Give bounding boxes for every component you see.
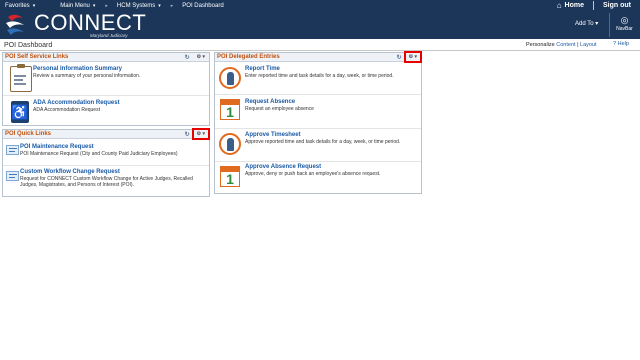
gear-icon[interactable]: ⚙ ▾ [191, 128, 211, 140]
person-figure [227, 138, 234, 151]
personalize-content-link[interactable]: Content [556, 42, 575, 48]
list-item[interactable]: POI Maintenance Request POI Maintenance … [3, 140, 209, 166]
list-item[interactable]: Approve Timesheet Approve reported time … [215, 129, 421, 162]
item-title[interactable]: POI Maintenance Request [20, 144, 94, 150]
chevron-down-icon: ▾ [595, 21, 599, 27]
pagelet-header: POI Self Service Links ↻ ⚙ ▾ [3, 53, 209, 62]
page-title: POI Dashboard [4, 42, 53, 49]
refresh-icon[interactable]: ↻ [185, 54, 190, 61]
nav-divider [593, 1, 594, 10]
item-description: Approve, deny or push back an employee's… [245, 171, 381, 177]
personalize-links: Personalize Content | Layout [526, 42, 597, 48]
item-description: Request for CONNECT Custom Workflow Chan… [20, 176, 193, 188]
item-description: ADA Accommodation Request [33, 107, 100, 113]
refresh-icon[interactable]: ↻ [397, 54, 402, 61]
add-to-label: Add To [575, 21, 594, 27]
item-description: Request an employee absence [245, 106, 314, 112]
title-divider [0, 50, 640, 51]
add-to-menu[interactable]: Add To ▾ [575, 20, 598, 27]
hcm-systems-label: HCM Systems [116, 2, 156, 9]
list-item[interactable]: Report Time Enter reported time and task… [215, 63, 421, 95]
form-line [9, 148, 17, 149]
form-line [9, 174, 17, 175]
logo-text[interactable]: CONNECT [34, 12, 146, 34]
chevron-down-icon: ▾ [158, 2, 161, 9]
list-item[interactable]: 1 Request Absence Request an employee ab… [215, 95, 421, 129]
calendar-number: 1 [226, 171, 234, 187]
personalize-layout-link[interactable]: Layout [580, 42, 597, 48]
list-item[interactable]: ♿ ADA Accommodation Request ADA Accommod… [3, 96, 209, 126]
main-menu-label: Main Menu [60, 2, 90, 9]
sign-out-button[interactable]: Sign out [594, 0, 640, 11]
item-title[interactable]: Report Time [245, 66, 280, 72]
clipboard-line [14, 75, 26, 77]
compass-icon: ◎ [620, 15, 629, 25]
connect-logo-icon [4, 13, 26, 37]
clipboard-line [14, 79, 23, 81]
help-link[interactable]: ? Help [613, 41, 629, 47]
breadcrumb-separator: ▸ [105, 2, 108, 9]
person-clock-icon [219, 67, 241, 89]
form-line [9, 177, 15, 178]
item-title[interactable]: Personal Information Summary [33, 66, 122, 72]
pagelet-title: POI Quick Links [5, 131, 52, 137]
clipboard-line [14, 83, 26, 85]
breadcrumb-current: POI Dashboard [182, 2, 224, 9]
question-icon: ? [613, 41, 617, 47]
pagelet-self-service-links: POI Self Service Links ↻ ⚙ ▾ Personal In… [2, 52, 210, 126]
form-icon [6, 145, 19, 155]
list-item[interactable]: Custom Workflow Change Request Request f… [3, 166, 209, 197]
logo-subtitle: Maryland Judiciary [90, 33, 128, 38]
item-title[interactable]: Approve Absence Request [245, 164, 321, 170]
item-description: Enter reported time and task details for… [245, 73, 394, 79]
item-description: POI Maintenance Request (City and County… [20, 151, 178, 157]
home-icon: ⌂ [556, 1, 562, 10]
clipboard-icon [10, 64, 32, 92]
gear-icon[interactable]: ⚙ ▾ [195, 54, 207, 60]
breadcrumb-separator: ▸ [170, 2, 174, 9]
navbar-label: NavBar [616, 26, 633, 32]
wheelchair-icon: ♿ [11, 101, 29, 123]
refresh-icon[interactable]: ↻ [185, 131, 190, 138]
item-title[interactable]: Approve Timesheet [245, 132, 301, 138]
item-description: Approve reported time and task details f… [245, 139, 401, 145]
form-icon [6, 171, 19, 181]
favorites-label: Favorites [5, 2, 30, 9]
personalize-label: Personalize [526, 42, 555, 48]
chevron-down-icon: ▾ [32, 2, 36, 9]
person-figure [227, 72, 234, 85]
list-item[interactable]: Personal Information Summary Review a su… [3, 62, 209, 96]
home-button[interactable]: ⌂ Home [548, 0, 593, 11]
person-clock-icon [219, 133, 241, 155]
pagelet-header: POI Delegated Entries ↻ ⚙ ▾ [215, 51, 423, 63]
help-label: Help [617, 41, 629, 47]
calendar-icon: 1 [220, 99, 240, 120]
item-description: Review a summary of your personal inform… [33, 73, 141, 79]
personalize-separator: | [577, 42, 579, 48]
chevron-down-icon: ▾ [92, 2, 96, 9]
navbar-button[interactable]: ◎ NavBar [609, 13, 639, 37]
item-title[interactable]: ADA Accommodation Request [33, 100, 120, 106]
pagelet-quick-links: POI Quick Links ↻ ⚙ ▾ POI Maintenance Re… [2, 128, 211, 197]
list-item[interactable]: 1 Approve Absence Request Approve, deny … [215, 162, 421, 194]
calendar-icon: 1 [220, 166, 240, 187]
form-line [9, 151, 15, 152]
pagelet-delegated-entries: POI Delegated Entries ↻ ⚙ ▾ Report Time … [214, 51, 423, 194]
item-title[interactable]: Request Absence [245, 99, 295, 105]
gear-icon[interactable]: ⚙ ▾ [403, 51, 423, 63]
home-label: Home [564, 2, 584, 9]
pagelet-title: POI Self Service Links [5, 54, 69, 60]
calendar-number: 1 [226, 104, 234, 120]
pagelet-header: POI Quick Links ↻ ⚙ ▾ [3, 128, 211, 140]
pagelet-title: POI Delegated Entries [217, 54, 280, 60]
item-title[interactable]: Custom Workflow Change Request [20, 169, 120, 175]
